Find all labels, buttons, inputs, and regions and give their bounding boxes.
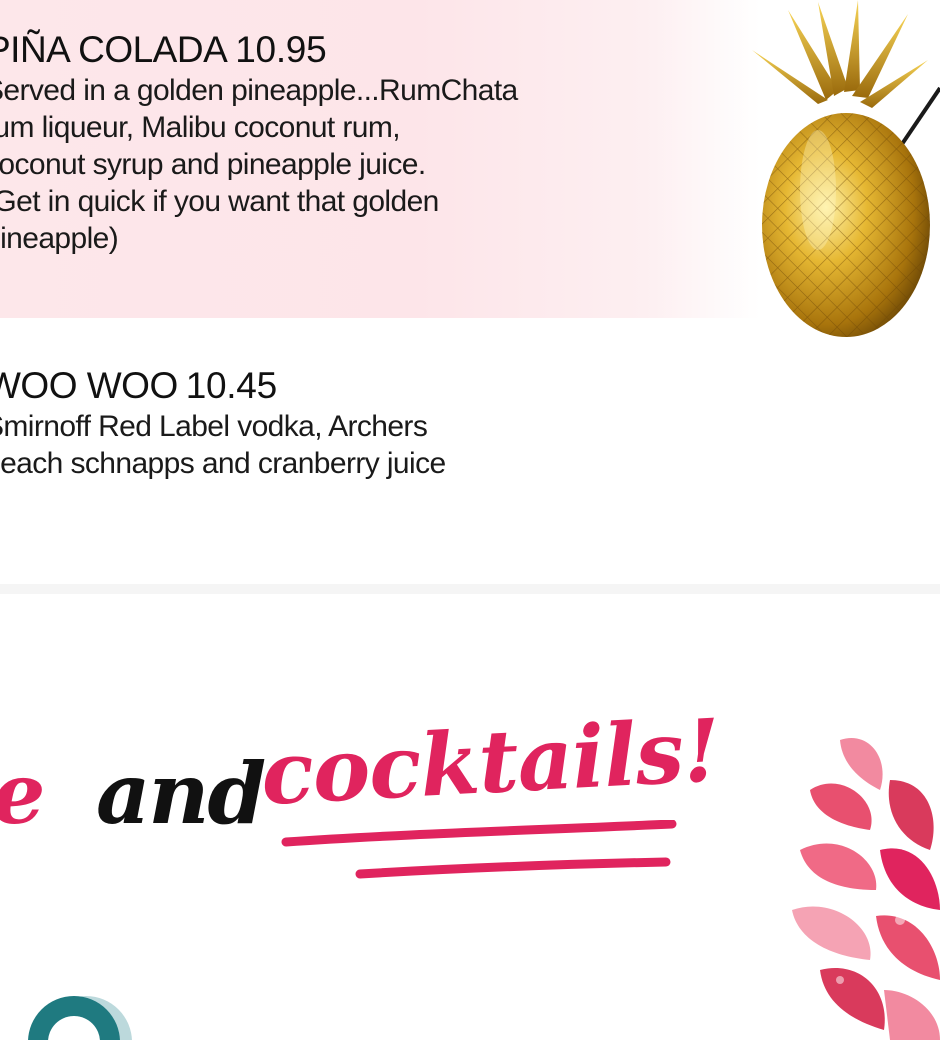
item-name: WOO WOO <box>0 365 178 406</box>
description-line: pineapple) <box>0 222 119 255</box>
teal-ring-logo-icon <box>28 996 132 1040</box>
item-title: WOO WOO 10.45 <box>0 364 720 408</box>
description-line: Served in a golden pineapple...RumChata <box>0 74 518 107</box>
item-description: Smirnoff Red Label vodka, Archers peach … <box>0 408 720 482</box>
item-description: Served in a golden pineapple...RumChata … <box>0 72 720 257</box>
description-line: rum liqueur, Malibu coconut rum, <box>0 111 401 144</box>
section-divider <box>0 584 940 594</box>
description-line: peach schnapps and cranberry juice <box>0 447 446 480</box>
description-line: coconut syrup and pineapple juice. <box>0 148 426 181</box>
description-line: (Get in quick if you want that golden <box>0 185 439 218</box>
menu-page: PIÑA COLADA 10.95 Served in a golden pine… <box>0 0 940 1040</box>
menu-item-pina-colada: PIÑA COLADA 10.95 Served in a golden pine… <box>0 28 720 257</box>
headline-prefix: e <box>0 744 45 843</box>
headline-connector: and <box>96 744 266 843</box>
item-title: PIÑA COLADA 10.95 <box>0 28 720 72</box>
item-price: 10.95 <box>235 29 327 70</box>
headline-highlight: cocktails! <box>258 700 723 825</box>
headline: e and cocktails! <box>0 680 760 900</box>
headline-underline-icon <box>281 820 677 879</box>
gold-pineapple-cup-icon <box>752 0 940 337</box>
description-line: Smirnoff Red Label vodka, Archers <box>0 410 428 443</box>
item-name: PIÑA COLADA <box>0 29 228 70</box>
menu-item-woo-woo: WOO WOO 10.45 Smirnoff Red Label vodka, A… <box>0 364 720 482</box>
item-price: 10.45 <box>185 365 277 406</box>
pink-flower-icon <box>792 738 940 1040</box>
